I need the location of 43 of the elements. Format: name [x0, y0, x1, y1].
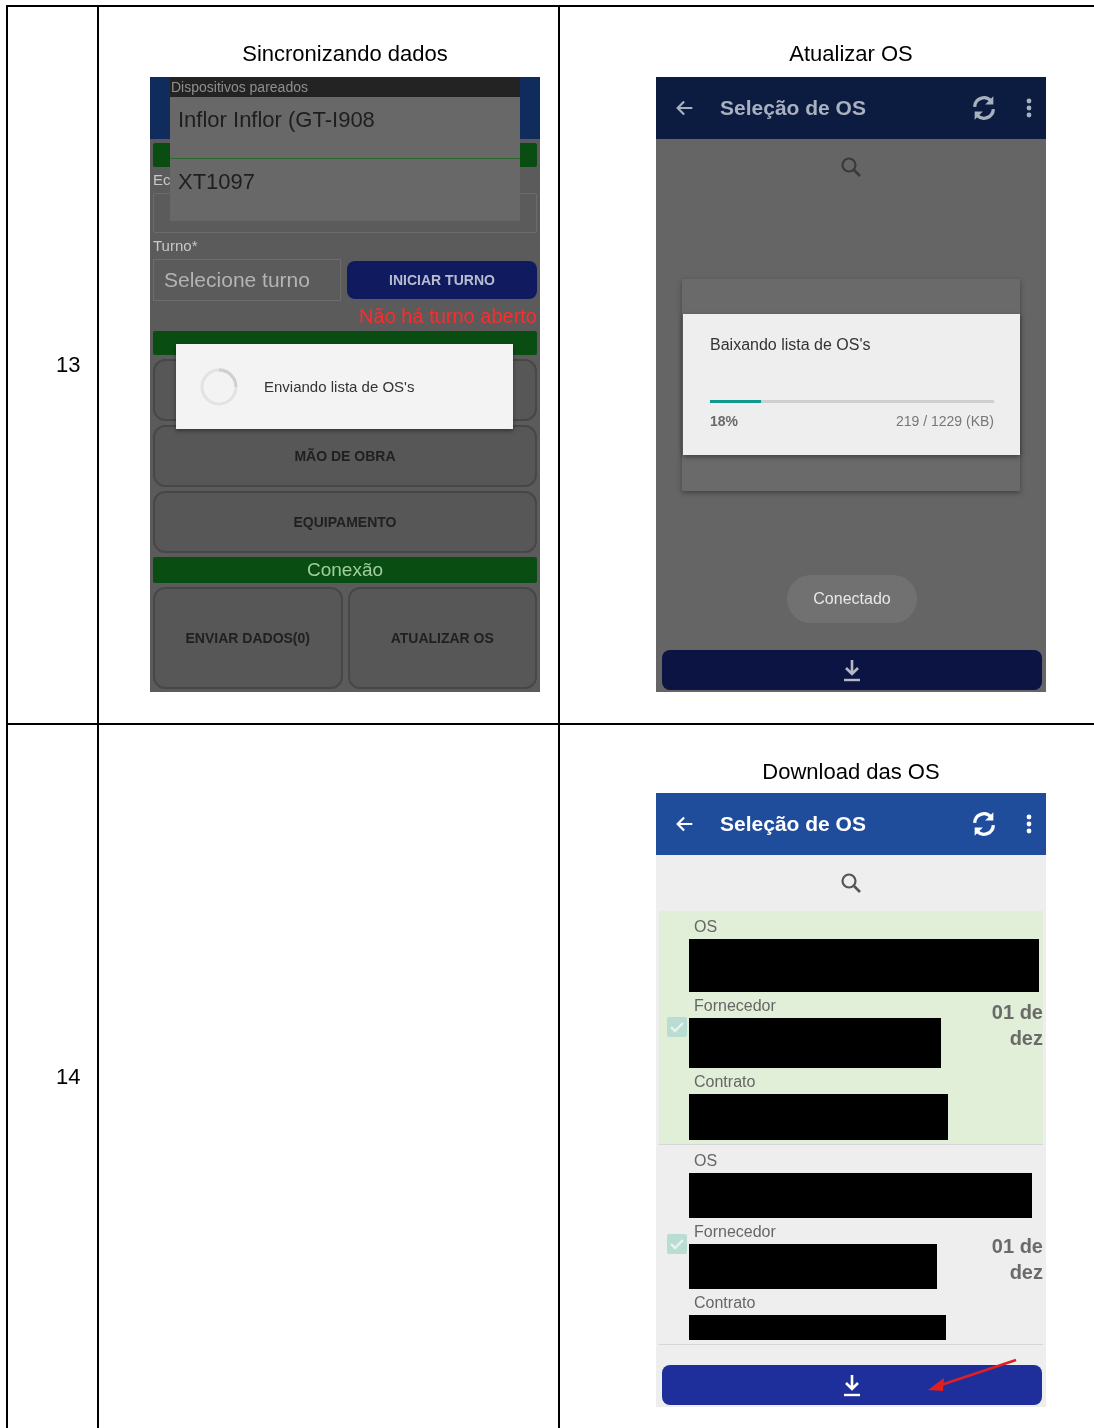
- progress-percent: 18%: [710, 413, 739, 429]
- field-label: Contrato: [693, 1072, 756, 1092]
- section-header: Conexão: [153, 557, 537, 583]
- dialog-message: Baixando lista de OS's: [710, 336, 872, 354]
- field-label: OS: [693, 917, 718, 937]
- field-label: Fornecedor: [693, 1222, 776, 1242]
- field-label: Ec: [153, 171, 171, 189]
- screen-title: Seleção de OS: [720, 812, 867, 836]
- field-label: Fornecedor: [693, 996, 776, 1016]
- list-item[interactable]: OS Fornecedor Contrato 01 de dez: [659, 1145, 1043, 1345]
- menu-button[interactable]: MÃO DE OBRA: [153, 425, 537, 487]
- action-button[interactable]: ENVIAR DADOS(0): [153, 587, 343, 689]
- start-shift-button[interactable]: INICIAR TURNO: [347, 261, 537, 299]
- field-label: OS: [693, 1151, 718, 1171]
- date-label: 01 de dez: [990, 1234, 1043, 1285]
- toast-message: Conectado: [787, 575, 917, 623]
- error-message: Não há turno aberto: [359, 305, 537, 327]
- device-item[interactable]: Inflor Inflor (GT-I908: [170, 97, 520, 159]
- progress-amount: 219 / 1229 (KB): [895, 413, 994, 429]
- screen-title: Seleção de OS: [720, 96, 867, 120]
- checkbox-icon[interactable]: [667, 1016, 687, 1037]
- date-label: 01 de dez: [990, 1000, 1043, 1051]
- download-icon: [842, 658, 862, 682]
- field-label: Contrato: [693, 1293, 756, 1313]
- sync-icon[interactable]: [970, 94, 998, 122]
- caption: Sincronizando dados: [242, 41, 448, 67]
- checkbox-icon[interactable]: [667, 1233, 687, 1254]
- popup-title: Dispositivos pareados: [170, 77, 520, 97]
- download-icon: [842, 1373, 862, 1397]
- menu-button[interactable]: EQUIPAMENTO: [153, 491, 537, 553]
- dialog-message: Enviando lista de OS's: [264, 378, 415, 395]
- sync-icon[interactable]: [970, 810, 998, 838]
- device-item[interactable]: XT1097: [170, 159, 520, 221]
- caption: Download das OS: [762, 759, 940, 785]
- step-number: 13: [56, 352, 82, 378]
- list-item[interactable]: OS Fornecedor Contrato 01 de dez: [659, 911, 1043, 1145]
- caption: Atualizar OS: [789, 41, 913, 67]
- search-icon[interactable]: [839, 871, 863, 895]
- more-options-icon[interactable]: [1026, 98, 1032, 118]
- step-number: 14: [56, 1063, 82, 1090]
- shift-select[interactable]: Selecione turno: [153, 259, 341, 301]
- more-options-icon[interactable]: [1026, 814, 1032, 834]
- field-label: Turno*: [153, 237, 198, 255]
